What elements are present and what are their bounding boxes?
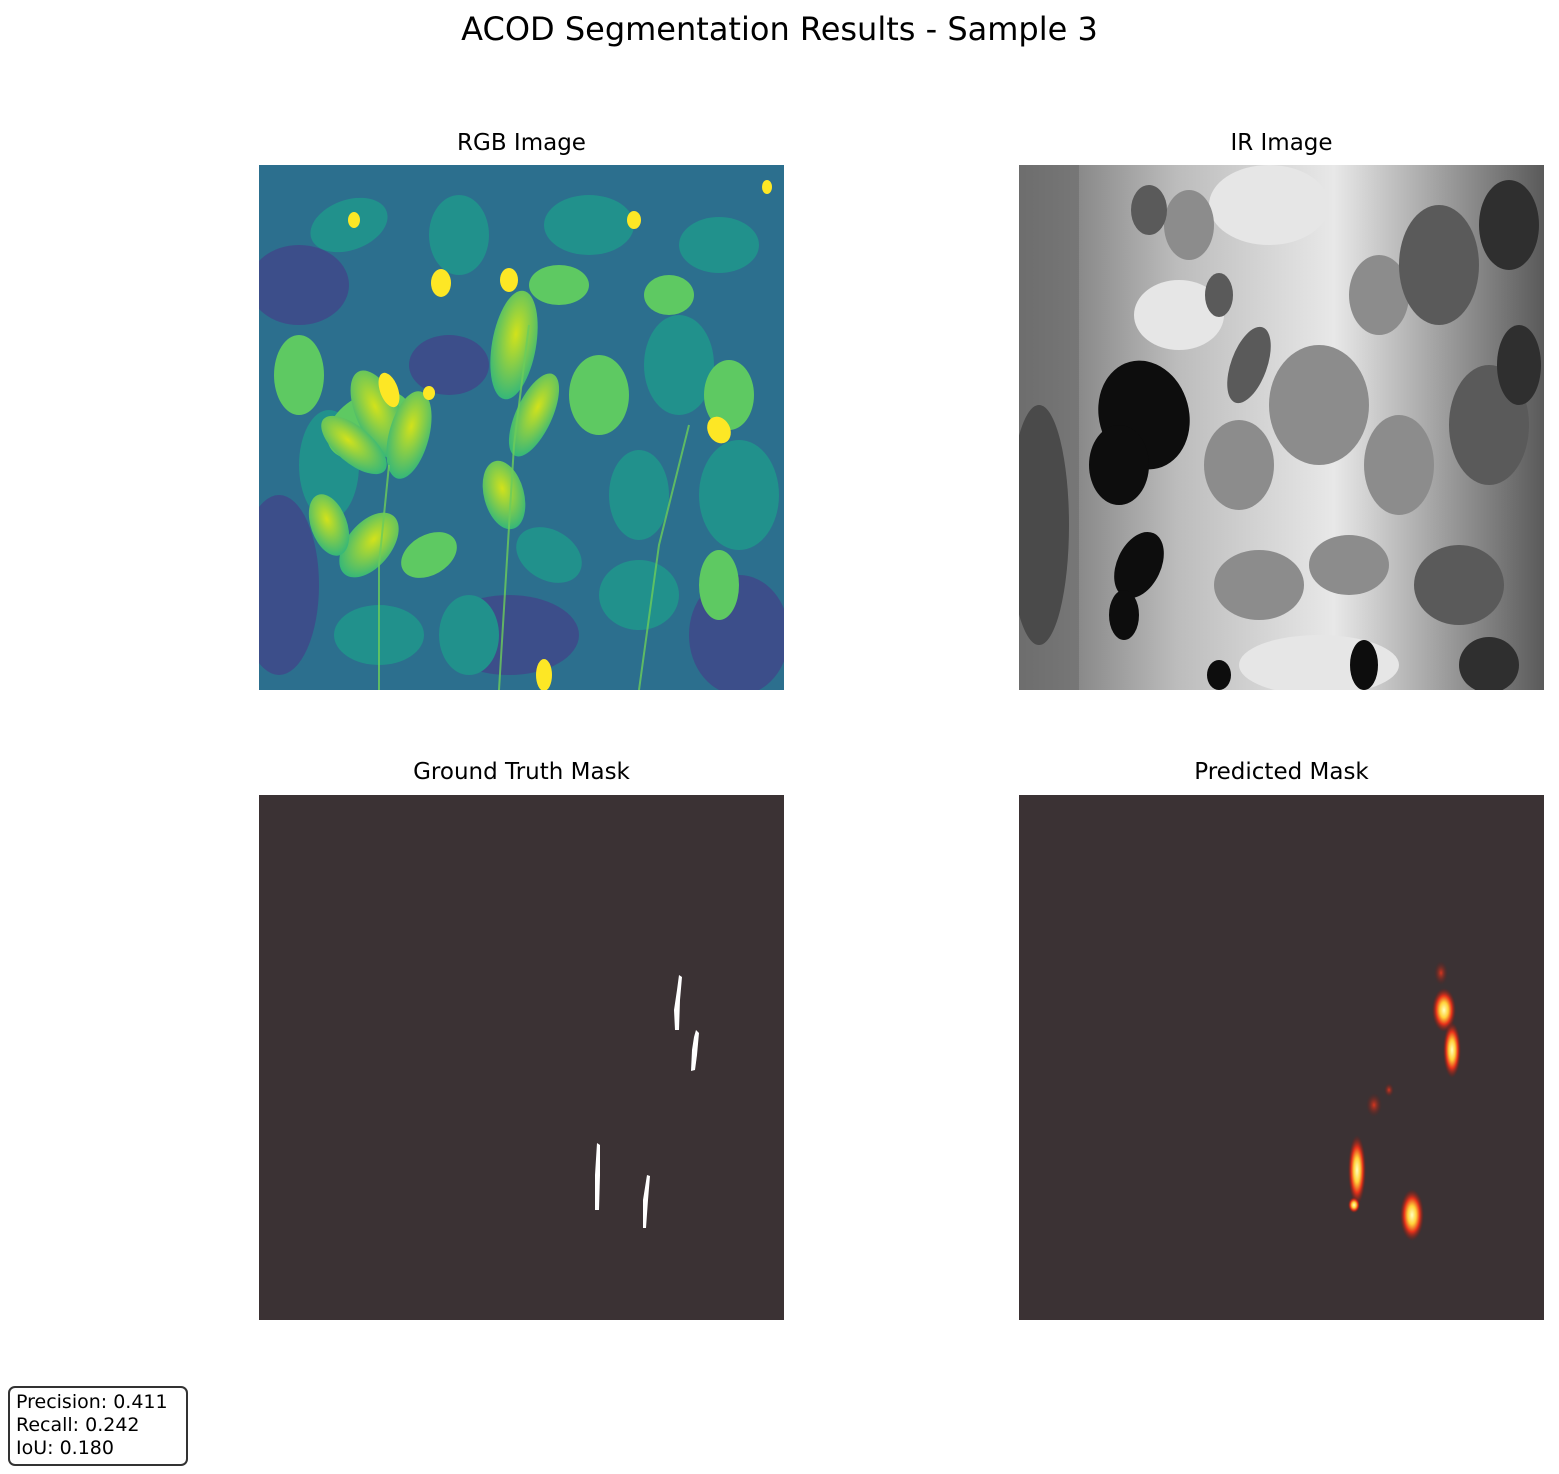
pred-panel-title: Predicted Mask <box>1194 759 1369 785</box>
gt-panel-title: Ground Truth Mask <box>413 759 630 785</box>
metrics-box: Precision: 0.411 Recall: 0.242 IoU: 0.18… <box>8 1386 188 1466</box>
ir-panel-title: IR Image <box>1230 130 1333 156</box>
ir-image-panel <box>1019 165 1544 690</box>
rgb-image <box>259 165 784 690</box>
ir-image <box>1019 165 1544 690</box>
pred-mask-panel <box>1019 795 1544 1320</box>
gt-mask <box>259 795 784 1320</box>
rgb-panel-title: RGB Image <box>457 130 586 156</box>
precision-label: Precision: 0.411 <box>16 1391 168 1413</box>
recall-label: Recall: 0.242 <box>16 1414 140 1436</box>
gt-mask-panel <box>259 795 784 1320</box>
iou-label: IoU: 0.180 <box>16 1437 114 1459</box>
pred-mask <box>1019 795 1544 1320</box>
rgb-image-panel <box>259 165 784 690</box>
figure-title: ACOD Segmentation Results - Sample 3 <box>461 10 1098 48</box>
